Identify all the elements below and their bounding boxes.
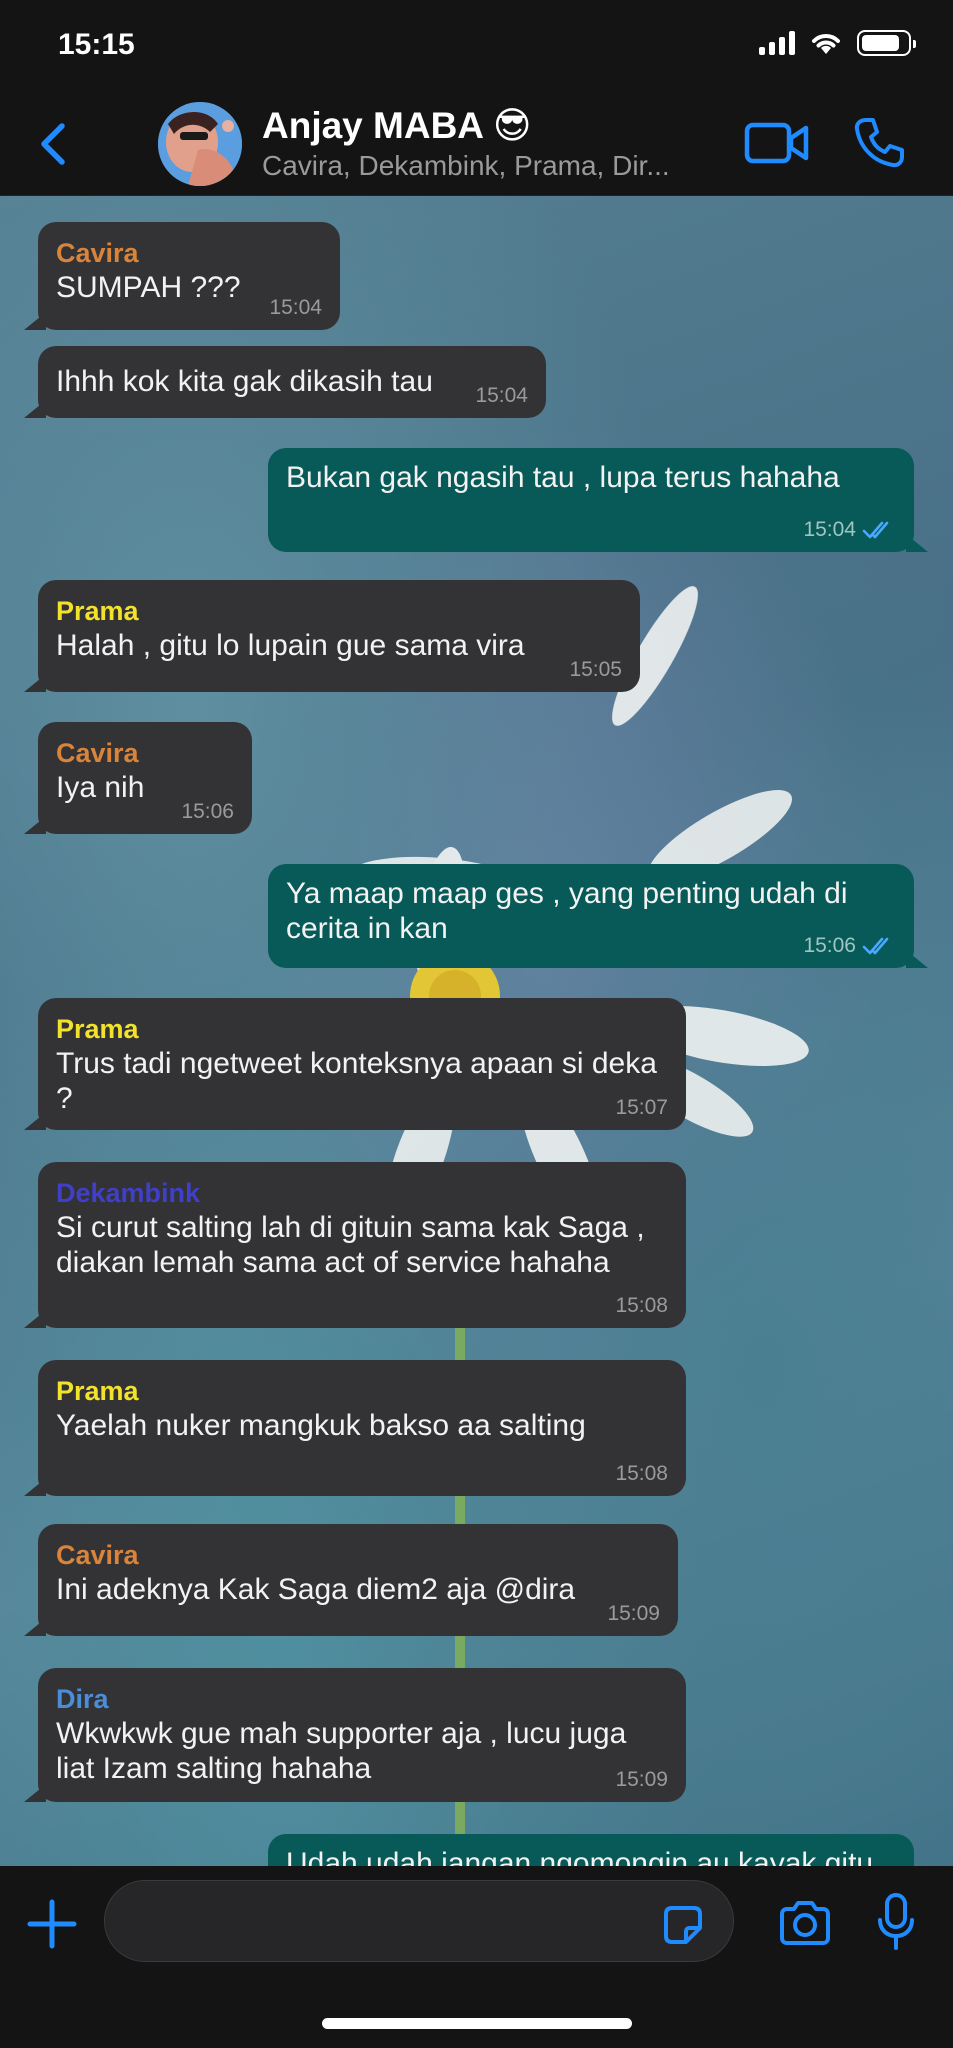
phone-icon[interactable]: [852, 116, 906, 170]
home-indicator[interactable]: [322, 2018, 632, 2029]
incoming-message[interactable]: Prama Yaelah nuker mangkuk bakso aa salti…: [24, 1360, 686, 1496]
avatar-image: [158, 102, 242, 186]
message-sender[interactable]: Cavira: [56, 1538, 660, 1572]
bubble-tail: [24, 674, 46, 692]
bubble-tail: [24, 816, 46, 834]
input-bar: [0, 1866, 953, 2048]
message-meta: 15:07: [615, 1096, 668, 1120]
incoming-message[interactable]: Cavira Iya nih 15:06: [24, 722, 252, 834]
message-sender[interactable]: Prama: [56, 594, 622, 628]
message-time: 15:09: [615, 1768, 668, 1791]
group-members[interactable]: Cavira, Dekambink, Prama, Dir...: [262, 150, 670, 182]
message-text: Udah udah jangan ngomongin au kayak gitu: [286, 1847, 874, 1866]
message-sender[interactable]: Dira: [56, 1682, 668, 1716]
incoming-message[interactable]: Prama Trus tadi ngetweet konteksnya apaan…: [24, 998, 686, 1130]
sticker-icon[interactable]: [660, 1902, 706, 1948]
message-meta: 15:06: [803, 934, 896, 958]
group-title[interactable]: Anjay MABA 😎: [262, 104, 532, 147]
microphone-icon[interactable]: [876, 1892, 916, 1952]
message-text: Ini adeknya Kak Saga diem2 aja @dira: [56, 1573, 576, 1606]
wifi-icon: [812, 34, 840, 54]
battery-icon: [857, 30, 916, 56]
outgoing-message[interactable]: Bukan gak ngasih tau , lupa terus hahaha…: [268, 448, 928, 552]
chat-header: Anjay MABA 😎 Cavira, Dekambink, Prama, D…: [0, 92, 953, 196]
message-meta: 15:04: [803, 518, 896, 542]
bubble-tail: [24, 1618, 46, 1636]
message-time: 15:05: [569, 658, 622, 681]
message-time: 15:08: [615, 1462, 668, 1485]
camera-icon[interactable]: [778, 1900, 832, 1946]
incoming-message[interactable]: Dira Wkwkwk gue mah supporter aja , lucu …: [24, 1668, 686, 1802]
incoming-message[interactable]: Prama Halah , gitu lo lupain gue sama vir…: [24, 580, 640, 692]
message-meta: 15:06: [181, 800, 234, 824]
bubble-tail: [24, 1310, 46, 1328]
chat-area[interactable]: Cavira SUMPAH ??? 15:04 Ihhh kok kita gak d…: [0, 196, 953, 1866]
status-bar: 15:15: [0, 0, 953, 92]
message-sender[interactable]: Cavira: [56, 736, 234, 770]
message-text: Yaelah nuker mangkuk bakso aa salting: [56, 1409, 586, 1442]
bubble-tail: [24, 1784, 46, 1802]
message-meta: 15:09: [615, 1768, 668, 1792]
message-text: Halah , gitu lo lupain gue sama vira: [56, 629, 525, 662]
cellular-signal-icon: [759, 31, 795, 55]
message-time: 15:07: [615, 1096, 668, 1119]
bubble-tail: [906, 534, 928, 552]
message-text: Wkwkwk gue mah supporter aja , lucu juga…: [56, 1717, 627, 1785]
message-sender[interactable]: Prama: [56, 1374, 668, 1408]
incoming-message[interactable]: Ihhh kok kita gak dikasih tau 15:04: [24, 346, 546, 418]
back-chevron-icon[interactable]: [30, 118, 80, 170]
battery-level: [862, 35, 900, 51]
message-time: 15:04: [475, 384, 528, 407]
message-meta: 15:04: [269, 296, 322, 320]
outgoing-message[interactable]: Udah udah jangan ngomongin au kayak gitu: [268, 1834, 914, 1866]
message-time: 15:04: [269, 296, 322, 319]
read-receipt-icon: [862, 521, 889, 539]
message-sender[interactable]: Cavira: [56, 236, 322, 270]
read-receipt-icon: [862, 937, 889, 955]
bubble-tail: [24, 1112, 46, 1130]
message-time: 15:04: [803, 518, 856, 541]
message-time: 15:06: [803, 934, 856, 957]
message-text: Trus tadi ngetweet konteksnya apaan si d…: [56, 1047, 657, 1115]
message-meta: 15:09: [607, 1602, 660, 1626]
bubble-tail: [24, 312, 46, 330]
message-time: 15:08: [615, 1294, 668, 1317]
message-sender[interactable]: Prama: [56, 1012, 668, 1046]
message-text: Ihhh kok kita gak dikasih tau: [56, 365, 433, 398]
message-meta: 15:04: [475, 384, 528, 408]
message-time: 15:09: [607, 1602, 660, 1625]
message-meta: 15:05: [569, 658, 622, 682]
message-meta: 15:08: [615, 1294, 668, 1318]
status-time: 15:15: [58, 28, 135, 61]
bubble-tail: [24, 400, 46, 418]
message-sender[interactable]: Dekambink: [56, 1176, 668, 1210]
message-text: Si curut salting lah di gituin sama kak …: [56, 1211, 645, 1279]
plus-icon[interactable]: [24, 1896, 80, 1952]
incoming-message[interactable]: Cavira Ini adeknya Kak Saga diem2 aja @di…: [24, 1524, 678, 1636]
incoming-message[interactable]: Dekambink Si curut salting lah di gituin …: [24, 1162, 686, 1328]
outgoing-message[interactable]: Ya maap maap ges , yang penting udah di …: [268, 864, 928, 968]
group-avatar[interactable]: [158, 102, 242, 186]
incoming-message[interactable]: Cavira SUMPAH ??? 15:04: [24, 222, 340, 330]
message-text: Bukan gak ngasih tau , lupa terus hahaha: [286, 461, 840, 494]
bubble-tail: [906, 950, 928, 968]
status-icons: [759, 30, 916, 56]
video-camera-icon[interactable]: [744, 118, 810, 168]
bubble-tail: [24, 1478, 46, 1496]
message-time: 15:06: [181, 800, 234, 823]
message-input[interactable]: [104, 1880, 734, 1962]
message-meta: 15:08: [615, 1462, 668, 1486]
